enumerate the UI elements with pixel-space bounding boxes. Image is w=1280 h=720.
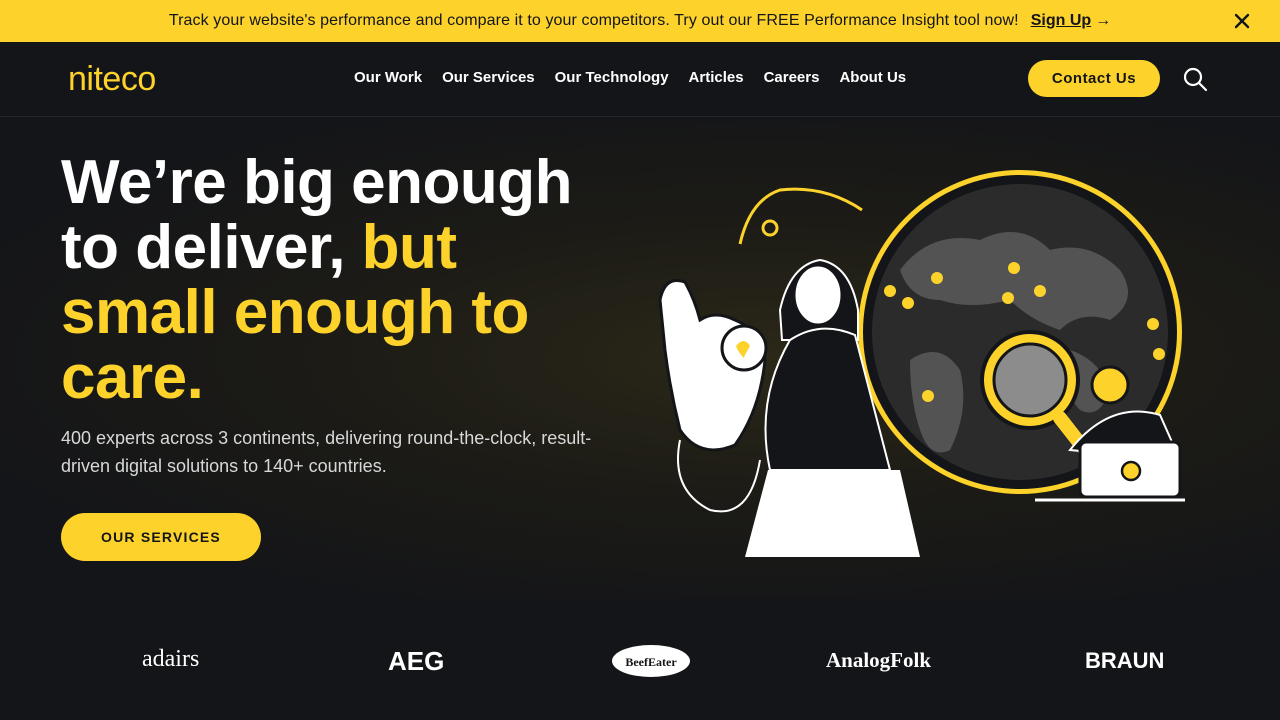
- headline-highlight-1: but: [361, 213, 457, 282]
- headline-line-1: We’re big enough: [61, 148, 572, 217]
- adairs-logo: adairs: [142, 646, 200, 672]
- signup-link[interactable]: Sign Up: [1031, 12, 1091, 30]
- headline-highlight-2: small enough to: [61, 278, 529, 347]
- niteco-logo[interactable]: niteco: [68, 60, 156, 99]
- headline-highlight-3: care.: [61, 343, 204, 412]
- nav-our-work[interactable]: Our Work: [354, 69, 422, 86]
- hero-subtitle: 400 experts across 3 continents, deliver…: [61, 428, 592, 476]
- headline-line-2: to deliver,: [61, 213, 362, 282]
- arrow-right-icon[interactable]: →: [1095, 12, 1111, 30]
- hero-illustration: [658, 170, 1185, 557]
- nav-our-services[interactable]: Our Services: [442, 69, 535, 86]
- nav-articles[interactable]: Articles: [689, 69, 744, 86]
- our-services-button[interactable]: OUR SERVICES: [61, 513, 261, 561]
- beefeater-logo: BeefEater: [612, 645, 690, 677]
- site-header: niteco Our Work Our Services Our Technol…: [0, 42, 1280, 117]
- analogfolk-logo: AnalogFolk: [826, 648, 932, 672]
- promo-message: Track your website's performance and com…: [168, 12, 1019, 29]
- close-icon[interactable]: [1232, 11, 1252, 31]
- nav-our-technology[interactable]: Our Technology: [555, 69, 669, 86]
- client-logos: adairs AEG BeefEater AnalogFolk BRAUN: [0, 598, 1280, 720]
- aeg-logo: AEG: [388, 646, 445, 676]
- nav-careers[interactable]: Careers: [764, 69, 820, 86]
- nav-about-us[interactable]: About Us: [839, 69, 906, 86]
- main-nav: Our Work Our Services Our Technology Art…: [344, 69, 916, 86]
- contact-us-button[interactable]: Contact Us: [1028, 60, 1160, 97]
- hero-headline: We’re big enough to deliver, but small e…: [61, 150, 621, 410]
- svg-text:BeefEater: BeefEater: [625, 655, 677, 669]
- braun-logo: BRAUN: [1085, 648, 1165, 673]
- search-icon[interactable]: [1182, 66, 1208, 92]
- promo-banner: Track your website's performance and com…: [0, 0, 1280, 42]
